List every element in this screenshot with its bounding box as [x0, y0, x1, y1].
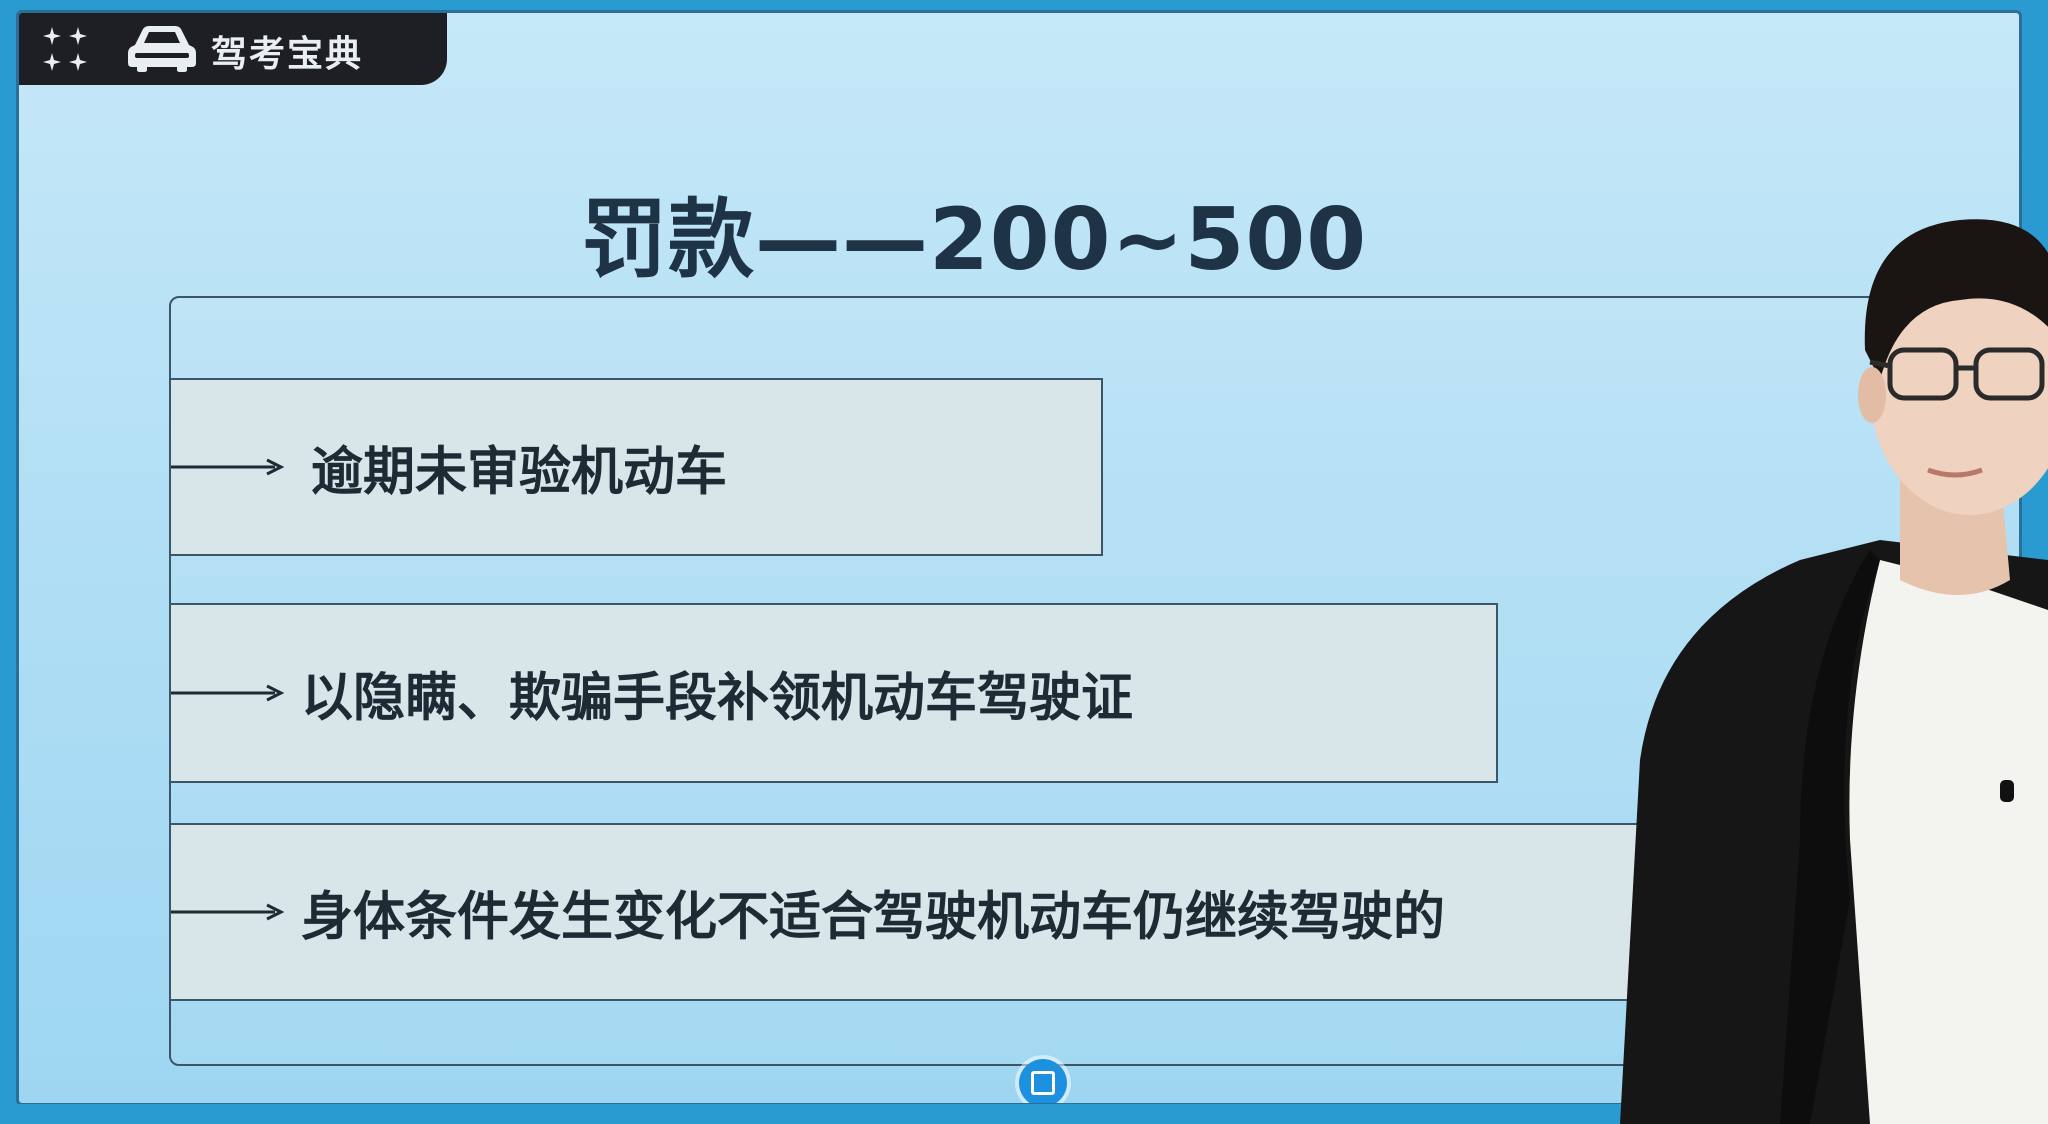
app-logo-bar: 驾考宝典: [19, 13, 447, 85]
arrow-right-icon: [171, 684, 285, 702]
list-item: 身体条件发生变化不适合驾驶机动车仍继续驾驶的: [169, 823, 1647, 1001]
car-icon: [128, 26, 196, 72]
grid-icon[interactable]: [39, 23, 91, 75]
stop-record-icon: [1031, 1071, 1055, 1095]
list-item: 逾期未审验机动车: [169, 378, 1103, 556]
list-item-text: 逾期未审验机动车: [311, 442, 728, 503]
arrow-right-icon: [171, 458, 285, 476]
presenter-image: [1620, 219, 2048, 1124]
stop-record-button[interactable]: [1019, 1059, 1067, 1103]
list-item: 以隐瞒、欺骗手段补领机动车驾驶证: [169, 603, 1498, 783]
arrow-right-icon: [171, 903, 285, 921]
app-logo-text: 驾考宝典: [211, 34, 364, 75]
list-item-text: 以隐瞒、欺骗手段补领机动车驾驶证: [301, 668, 1134, 729]
list-item-text: 身体条件发生变化不适合驾驶机动车仍继续驾驶的: [301, 887, 1446, 948]
